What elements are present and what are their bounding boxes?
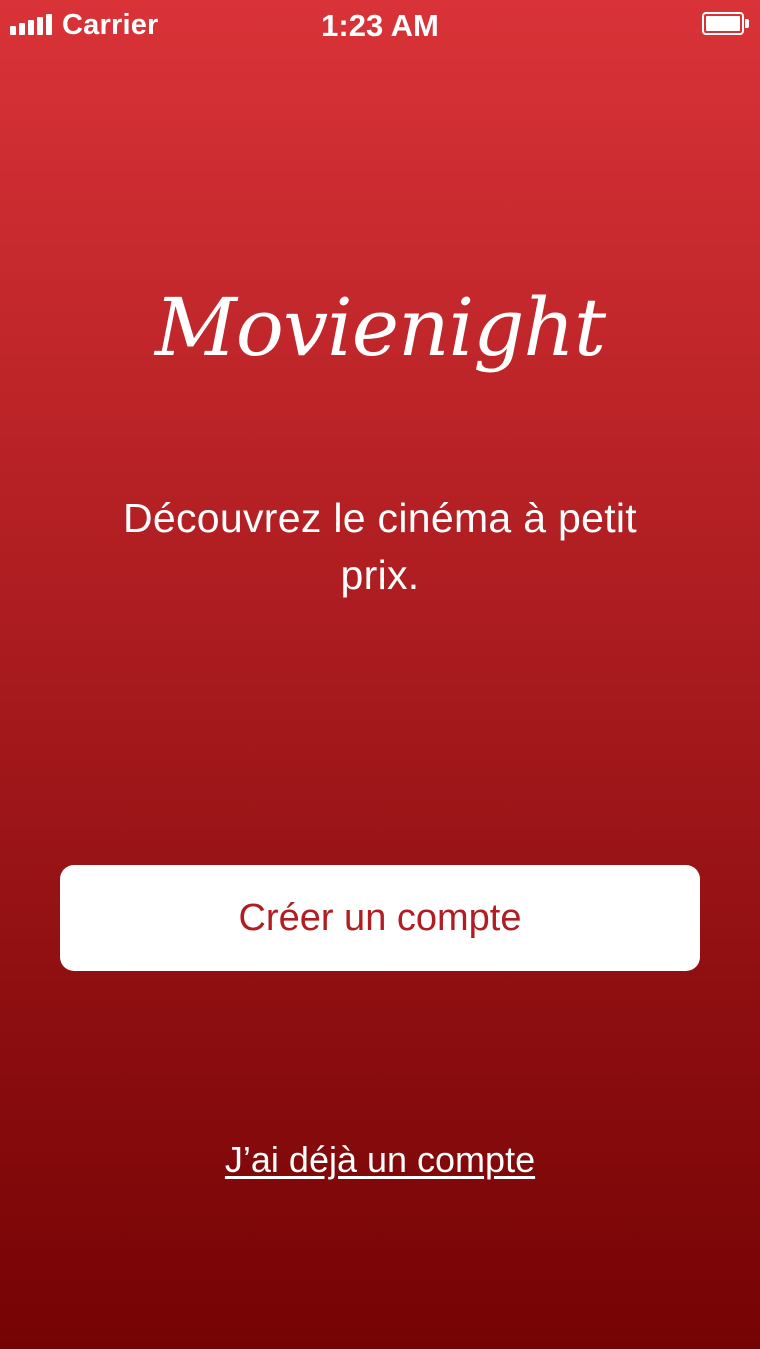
app-logo: Movienight	[154, 281, 606, 374]
tagline: Découvrez le cinéma à petit prix.	[122, 495, 637, 598]
existing-account-link[interactable]: J’ai déjà un compte	[0, 1138, 760, 1182]
status-time: 1:23 AM	[321, 8, 439, 43]
battery-icon	[702, 12, 749, 35]
status-bar: Carrier 1:23 AM	[0, 0, 760, 52]
create-account-button[interactable]: Créer un compte	[60, 865, 700, 971]
